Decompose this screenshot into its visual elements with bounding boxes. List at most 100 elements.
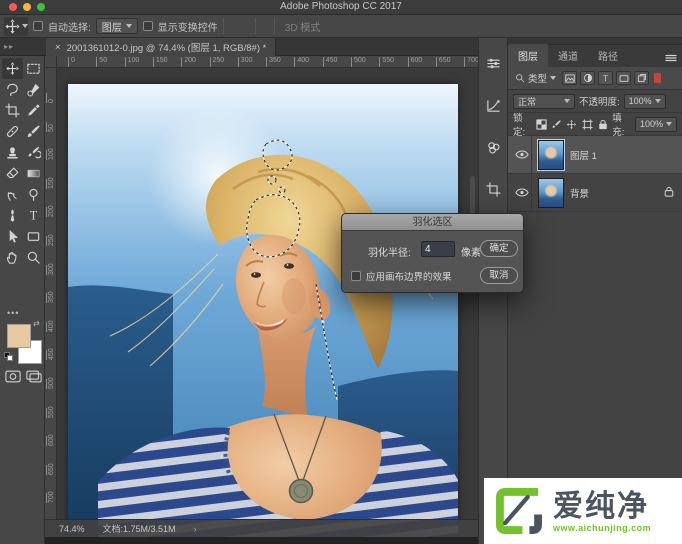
- auto-select-dropdown[interactable]: 图层: [96, 18, 138, 34]
- layers-panel-group: 图层 通道 路径 类型 T 正常 不透明度: 100% 锁定:: [508, 38, 682, 544]
- marquee-icon: [26, 61, 41, 76]
- show-transform-checkbox[interactable]: [143, 21, 153, 31]
- filter-kind-dropdown[interactable]: 类型: [512, 71, 559, 86]
- move-tool-preset[interactable]: [4, 17, 28, 36]
- aichunjing-logo-icon: [493, 485, 545, 537]
- lock-pixels-icon[interactable]: [551, 118, 562, 131]
- apply-canvas-bounds-label: 应用画布边界的效果: [366, 269, 452, 283]
- visibility-toggle[interactable]: [512, 174, 532, 211]
- history-brush-icon: [26, 145, 41, 160]
- eraser-tool[interactable]: [2, 163, 23, 184]
- status-caret-icon[interactable]: ›: [194, 524, 197, 534]
- shape-tool[interactable]: [23, 226, 44, 247]
- adjustments-panel-icon[interactable]: [479, 48, 508, 78]
- history-brush-tool[interactable]: [23, 142, 44, 163]
- panel-menu-icon[interactable]: [665, 50, 677, 68]
- opacity-label: 不透明度:: [579, 94, 620, 108]
- tab-layers[interactable]: 图层: [508, 44, 548, 67]
- panel-tabs: 图层 通道 路径: [508, 45, 682, 67]
- eyedropper-tool[interactable]: [23, 100, 44, 121]
- feather-radius-label: 羽化半径:: [368, 244, 411, 259]
- tools-panel: T ••• ⇄: [0, 56, 45, 544]
- brush-tool[interactable]: [23, 121, 44, 142]
- zoom-level[interactable]: 74.4%: [59, 524, 85, 534]
- move-tool[interactable]: [2, 58, 23, 79]
- dodge-tool[interactable]: [23, 184, 44, 205]
- document-tab-title: 2001361012-0.jpg @ 74.4% (图层 1, RGB/8#) …: [67, 40, 267, 54]
- ruler-tick: 0: [46, 93, 55, 103]
- layer-thumbnail[interactable]: [538, 140, 564, 170]
- zoom-tool[interactable]: [23, 247, 44, 268]
- svg-text:T: T: [30, 209, 38, 223]
- filter-type-layers-icon[interactable]: T: [598, 71, 613, 85]
- layer-name[interactable]: 图层 1: [570, 148, 597, 162]
- screen-mode-button[interactable]: [24, 368, 44, 384]
- clone-stamp-tool[interactable]: [2, 142, 23, 163]
- lock-position-icon[interactable]: [566, 118, 577, 131]
- ruler-tick: 400: [46, 322, 55, 332]
- curves-panel-icon[interactable]: [479, 90, 508, 120]
- layer-row-layer1[interactable]: 图层 1: [508, 136, 682, 174]
- quick-selection-tool[interactable]: [23, 79, 44, 100]
- selection-arrow-icon: [5, 229, 20, 244]
- swap-colors-icon[interactable]: ⇄: [33, 319, 40, 328]
- hand-tool[interactable]: [2, 247, 23, 268]
- watermark-url[interactable]: www.aichunjing.com: [553, 523, 651, 533]
- default-colors-icon[interactable]: [4, 352, 13, 361]
- blend-mode-dropdown[interactable]: 正常: [513, 94, 575, 109]
- watermark-title: 爱纯净: [553, 490, 651, 523]
- ruler-tick: 500: [46, 379, 55, 389]
- quick-selection-icon: [26, 82, 41, 97]
- ok-button[interactable]: 确定: [480, 240, 518, 257]
- document-tab[interactable]: × 2001361012-0.jpg @ 74.4% (图层 1, RGB/8#…: [46, 38, 276, 56]
- properties-panel-icon[interactable]: [479, 174, 508, 204]
- edit-toolbar-ellipsis[interactable]: •••: [7, 308, 19, 318]
- gradient-icon: [26, 166, 41, 181]
- filter-adjustment-layers-icon[interactable]: [580, 71, 595, 85]
- quick-mask-button[interactable]: [3, 368, 23, 384]
- tab-paths[interactable]: 路径: [588, 44, 628, 67]
- smudge-tool[interactable]: [2, 184, 23, 205]
- layer-thumbnail[interactable]: [538, 178, 564, 208]
- photo-canvas[interactable]: [68, 84, 458, 544]
- ruler-tick: 600: [408, 57, 423, 67]
- cancel-button[interactable]: 取消: [480, 267, 518, 284]
- filter-smart-objects-icon[interactable]: [634, 71, 649, 85]
- filter-shape-layers-icon[interactable]: [616, 71, 631, 85]
- feather-radius-input[interactable]: [421, 241, 455, 257]
- auto-select-checkbox[interactable]: [33, 21, 43, 31]
- healing-brush-tool[interactable]: [2, 121, 23, 142]
- filter-toggle-icon[interactable]: [654, 73, 661, 83]
- lasso-tool[interactable]: [2, 79, 23, 100]
- opacity-dropdown[interactable]: 100%: [624, 94, 666, 109]
- path-selection-tool[interactable]: [2, 226, 23, 247]
- tab-channels[interactable]: 通道: [548, 44, 588, 67]
- lock-transparency-icon[interactable]: [536, 118, 547, 131]
- gradient-tool[interactable]: [23, 163, 44, 184]
- visibility-toggle[interactable]: [512, 136, 532, 173]
- marquee-tool[interactable]: [23, 58, 44, 79]
- crop-tool[interactable]: [2, 100, 23, 121]
- type-tool[interactable]: T: [23, 205, 44, 226]
- show-transform-label: 显示变换控件: [158, 19, 218, 34]
- ruler-tick: 200: [181, 57, 196, 67]
- apply-canvas-bounds-checkbox[interactable]: [351, 271, 361, 281]
- window-title: Adobe Photoshop CC 2017: [0, 1, 682, 12]
- styles-panel-icon[interactable]: [479, 132, 508, 162]
- dodge-icon: [26, 187, 41, 202]
- lock-all-icon[interactable]: [597, 118, 608, 131]
- close-tab-icon[interactable]: ×: [55, 42, 61, 53]
- pen-tool[interactable]: [2, 205, 23, 226]
- canvas-area: 0501001502002503003504004505005506006507…: [45, 56, 478, 544]
- toolbar-collapse-icon[interactable]: ▸▸: [4, 42, 14, 51]
- filter-pixel-layers-icon[interactable]: [562, 71, 577, 85]
- layer-name[interactable]: 背景: [570, 186, 589, 200]
- ruler-tick: 150: [153, 57, 168, 67]
- ruler-tick: 200: [46, 207, 55, 217]
- lock-artboard-icon[interactable]: [582, 118, 593, 131]
- ruler-corner: [45, 56, 57, 68]
- foreground-color-swatch[interactable]: [7, 324, 31, 348]
- layer-row-background[interactable]: 背景: [508, 174, 682, 212]
- fill-dropdown[interactable]: 100%: [635, 117, 677, 132]
- apply-canvas-bounds-option[interactable]: 应用画布边界的效果: [351, 269, 452, 283]
